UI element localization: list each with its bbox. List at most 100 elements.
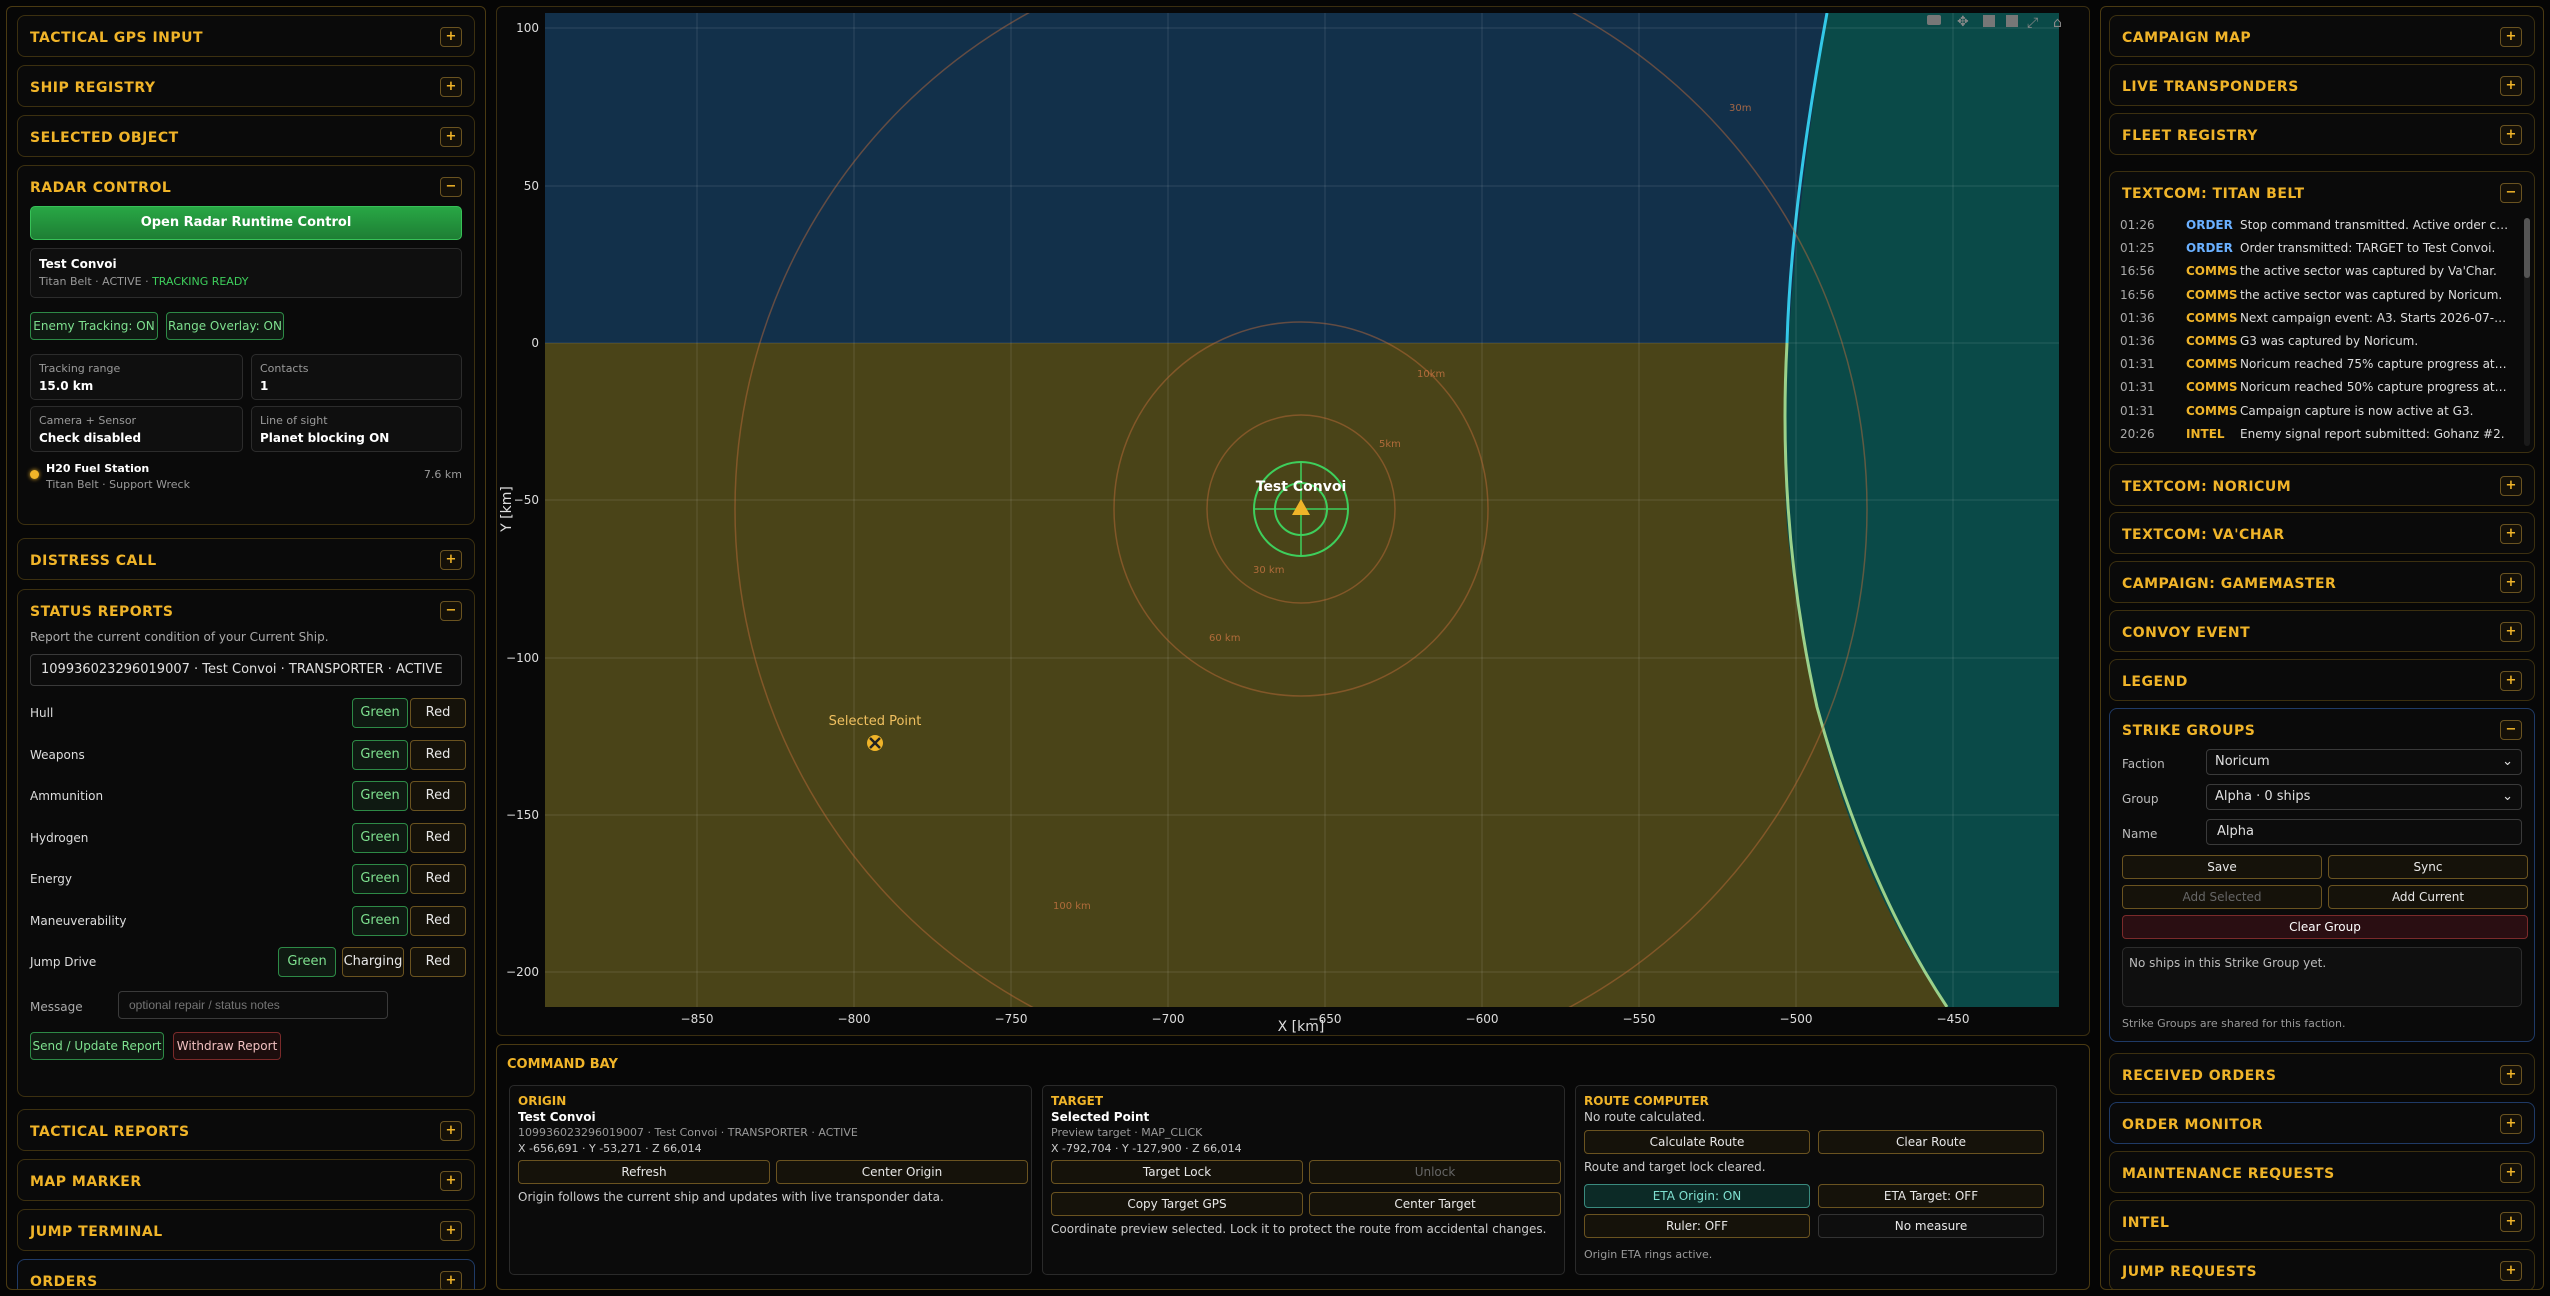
red-button[interactable]: Red [410, 864, 466, 894]
tactical-map[interactable]: 5km 10km 30 km 60 km 100 km 30m Test Convoi S… [496, 6, 2090, 1036]
expand-button[interactable]: + [2500, 27, 2522, 47]
eta-target-toggle[interactable]: ETA Target: OFF [1818, 1184, 2044, 1208]
ruler-toggle[interactable]: Ruler: OFF [1584, 1214, 1810, 1238]
save-button[interactable]: Save [2122, 855, 2322, 879]
collapse-button[interactable]: − [440, 177, 462, 197]
expand-button[interactable]: + [2500, 573, 2522, 593]
panel-received-orders[interactable]: RECEIVED ORDERS + [2109, 1053, 2535, 1095]
expand-button[interactable]: + [2500, 1114, 2522, 1134]
zoom-in-icon[interactable] [1983, 15, 1995, 27]
expand-button[interactable]: + [2500, 1212, 2522, 1232]
panel-fleet-registry[interactable]: FLEET REGISTRY + [2109, 113, 2535, 155]
refresh-button[interactable]: Refresh [518, 1160, 770, 1184]
panel-maintenance-requests[interactable]: MAINTENANCE REQUESTS + [2109, 1151, 2535, 1193]
log-scroll-thumb[interactable] [2524, 218, 2530, 278]
ship-marker[interactable] [1253, 461, 1349, 557]
panel-textcom-vachar[interactable]: TEXTCOM: VA'CHAR + [2109, 512, 2535, 554]
green-button[interactable]: Green [352, 906, 408, 936]
move-icon[interactable]: ✥ [1957, 14, 1969, 30]
expand-button[interactable]: + [2500, 1261, 2522, 1281]
group-name-input[interactable]: Alpha [2206, 819, 2522, 845]
contact-list-item[interactable]: H20 Fuel Station Titan Belt · Support Wr… [30, 460, 462, 500]
withdraw-report-button[interactable]: Withdraw Report [173, 1032, 281, 1060]
selected-point-marker[interactable] [867, 735, 883, 751]
red-button[interactable]: Red [410, 740, 466, 770]
ship-select[interactable]: 109936023296019007 · Test Convoi · TRANS… [30, 654, 462, 686]
panel-tactical-reports[interactable]: TACTICAL REPORTS + [17, 1109, 475, 1151]
charging-button[interactable]: Charging [342, 947, 404, 977]
expand-button[interactable]: + [440, 1221, 462, 1241]
collapse-button[interactable]: − [2500, 183, 2522, 203]
collapse-button[interactable]: − [440, 601, 462, 621]
expand-button[interactable]: + [2500, 476, 2522, 496]
panel-orders[interactable]: ORDERS + [17, 1259, 475, 1289]
panel-selected-object[interactable]: SELECTED OBJECT + [17, 115, 475, 157]
expand-button[interactable]: + [2500, 1065, 2522, 1085]
panel-legend[interactable]: LEGEND + [2109, 659, 2535, 701]
sync-button[interactable]: Sync [2328, 855, 2528, 879]
expand-button[interactable]: + [2500, 671, 2522, 691]
expand-button[interactable]: + [440, 27, 462, 47]
panel-order-monitor[interactable]: ORDER MONITOR + [2109, 1102, 2535, 1144]
expand-button[interactable]: + [2500, 125, 2522, 145]
clear-route-button[interactable]: Clear Route [1818, 1130, 2044, 1154]
expand-button[interactable]: + [2500, 524, 2522, 544]
red-button[interactable]: Red [410, 823, 466, 853]
message-input[interactable] [118, 991, 388, 1019]
panel-campaign-map[interactable]: CAMPAIGN MAP + [2109, 15, 2535, 57]
expand-button[interactable]: + [440, 127, 462, 147]
green-button[interactable]: Green [352, 698, 408, 728]
unlock-button[interactable]: Unlock [1309, 1160, 1561, 1184]
camera-icon[interactable] [1927, 15, 1941, 25]
center-origin-button[interactable]: Center Origin [776, 1160, 1028, 1184]
red-button[interactable]: Red [410, 781, 466, 811]
expand-button[interactable]: + [2500, 76, 2522, 96]
panel-intel[interactable]: INTEL + [2109, 1200, 2535, 1242]
panel-map-marker[interactable]: MAP MARKER + [17, 1159, 475, 1201]
expand-button[interactable]: + [440, 1121, 462, 1141]
copy-target-gps-button[interactable]: Copy Target GPS [1051, 1192, 1303, 1216]
eta-origin-toggle[interactable]: ETA Origin: ON [1584, 1184, 1810, 1208]
collapse-button[interactable]: − [2500, 720, 2522, 740]
panel-jump-requests[interactable]: JUMP REQUESTS + [2109, 1249, 2535, 1289]
red-button[interactable]: Red [410, 947, 466, 977]
green-button[interactable]: Green [278, 947, 336, 977]
panel-ship-registry[interactable]: SHIP REGISTRY + [17, 65, 475, 107]
map-svg[interactable]: 5km 10km 30 km 60 km 100 km 30m Test Convoi S… [497, 7, 2090, 1036]
log-scrollbar[interactable] [2524, 218, 2530, 446]
fullscreen-icon[interactable]: ⤢ [2027, 15, 2038, 31]
target-lock-button[interactable]: Target Lock [1051, 1160, 1303, 1184]
calculate-route-button[interactable]: Calculate Route [1584, 1130, 1810, 1154]
expand-button[interactable]: + [440, 1271, 462, 1289]
enemy-tracking-toggle[interactable]: Enemy Tracking: ON [30, 312, 158, 340]
green-button[interactable]: Green [352, 864, 408, 894]
group-select[interactable]: Alpha · 0 ships ⌄ [2206, 784, 2522, 810]
expand-button[interactable]: + [440, 1171, 462, 1191]
green-button[interactable]: Green [352, 740, 408, 770]
panel-distress-call[interactable]: DISTRESS CALL + [17, 538, 475, 580]
red-button[interactable]: Red [410, 906, 466, 936]
expand-button[interactable]: + [2500, 622, 2522, 642]
expand-button[interactable]: + [440, 550, 462, 570]
panel-campaign-gamemaster[interactable]: CAMPAIGN: GAMEMASTER + [2109, 561, 2535, 603]
faction-select[interactable]: Noricum ⌄ [2206, 749, 2522, 775]
zoom-out-icon[interactable] [2006, 15, 2018, 27]
open-radar-button[interactable]: Open Radar Runtime Control [30, 206, 462, 240]
red-button[interactable]: Red [410, 698, 466, 728]
range-overlay-toggle[interactable]: Range Overlay: ON [166, 312, 284, 340]
green-button[interactable]: Green [352, 781, 408, 811]
send-report-button[interactable]: Send / Update Report [30, 1032, 164, 1060]
expand-button[interactable]: + [2500, 1163, 2522, 1183]
clear-group-button[interactable]: Clear Group [2122, 915, 2528, 939]
panel-live-transponders[interactable]: LIVE TRANSPONDERS + [2109, 64, 2535, 106]
center-target-button[interactable]: Center Target [1309, 1192, 1561, 1216]
panel-jump-terminal[interactable]: JUMP TERMINAL + [17, 1209, 475, 1251]
home-icon[interactable]: ⌂ [2053, 15, 2062, 31]
panel-tactical-gps[interactable]: TACTICAL GPS INPUT + [17, 15, 475, 57]
green-button[interactable]: Green [352, 823, 408, 853]
add-selected-button[interactable]: Add Selected [2122, 885, 2322, 909]
expand-button[interactable]: + [440, 77, 462, 97]
panel-textcom-noricum[interactable]: TEXTCOM: NORICUM + [2109, 464, 2535, 506]
add-current-button[interactable]: Add Current [2328, 885, 2528, 909]
panel-convoy-event[interactable]: CONVOY EVENT + [2109, 610, 2535, 652]
